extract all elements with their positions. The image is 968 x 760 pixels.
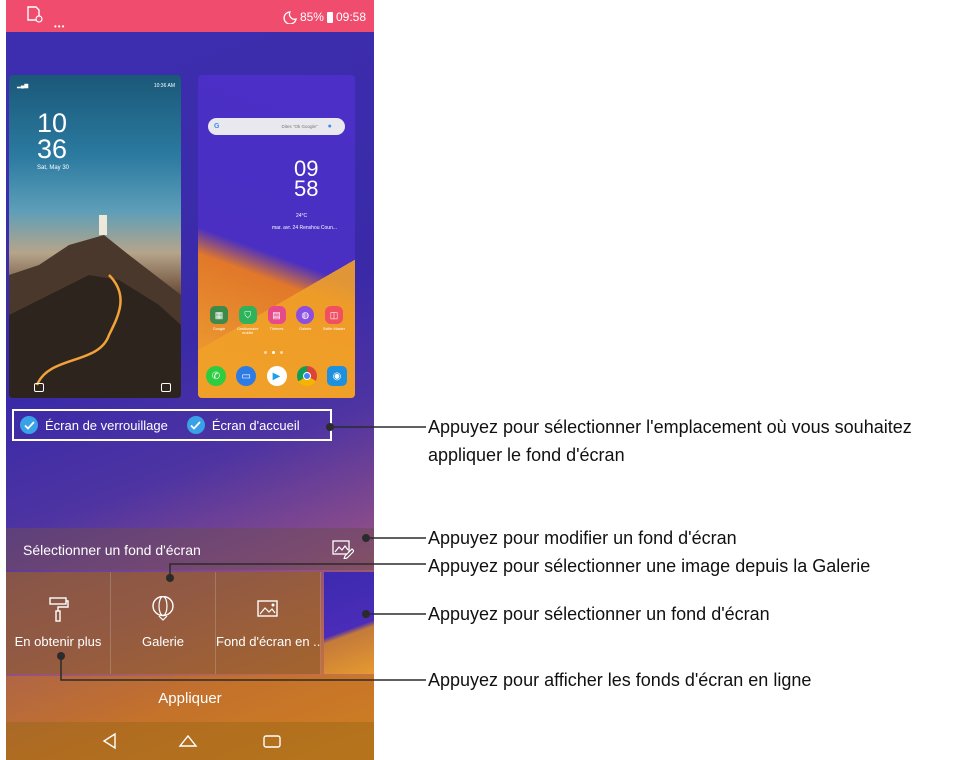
notification-dots: ••• (54, 22, 66, 31)
wallpaper-source-tiles: En obtenir plus Galerie Fond d'écran en … (6, 572, 322, 674)
gallery-tile[interactable]: Galerie (111, 572, 216, 674)
select-wallpaper-bar: Sélectionner un fond d'écran (6, 528, 374, 570)
callout-location-line1: Appuyez pour sélectionner l'emplacement … (428, 417, 912, 437)
lock-preview-status: ▂▄▆ 10:36 AM (17, 83, 175, 89)
home-screen-label: Écran d'accueil (211, 417, 300, 433)
camera-icon: ◉ (327, 366, 347, 386)
cliff-landscape-image (9, 235, 181, 398)
navigation-bar (6, 722, 374, 760)
phone-screen: ••• 85% 09:58 ▂▄▆ 10:36 AM 10 36 Sat, Ma… (6, 0, 374, 760)
home-preview-apps: ▦ Google ⛉ Gestionnaire mobile ▤ Thèmes … (206, 306, 347, 335)
check-icon (20, 416, 38, 434)
lock-preview-date: Sat, May 30 (37, 165, 70, 171)
callout-select: Appuyez pour sélectionner un fond d'écra… (428, 604, 770, 624)
selfie-master-icon: ◫ (325, 306, 343, 324)
app-label: Google (212, 327, 226, 331)
google-search-bar: G Dites "Ok Google" ● (208, 118, 345, 135)
get-more-tile[interactable]: En obtenir plus (6, 572, 111, 674)
lock-preview-camera-icon (161, 383, 171, 392)
app-label: Galerie (299, 327, 312, 331)
apply-button[interactable]: Appliquer (6, 676, 374, 722)
lock-screen-label: Écran de verrouillage (45, 417, 168, 433)
app-gallery: ◍ Galerie (292, 306, 318, 335)
callout-location-line2: appliquer le fond d'écran (428, 445, 625, 465)
app-label: Selfie Master (322, 327, 346, 331)
wallpaper-thumbnail[interactable] (324, 572, 374, 674)
mic-icon: ● (327, 123, 332, 130)
status-bar: ••• 85% 09:58 (6, 0, 374, 32)
online-wallpaper-label: Fond d'écran en .. (216, 634, 320, 649)
signal-icon: ▂▄▆ (17, 83, 29, 89)
gallery-icon: ◍ (296, 306, 315, 324)
battery-icon (326, 11, 333, 23)
home-preview-minute: 58 (294, 176, 319, 201)
edit-wallpaper-icon[interactable] (332, 539, 354, 559)
callout-online: Appuyez pour afficher les fonds d'écran … (428, 670, 812, 690)
sd-card-icon (27, 6, 43, 23)
callout-modify: Appuyez pour modifier un fond d'écran (428, 528, 737, 548)
recent-apps-icon[interactable] (262, 732, 282, 750)
lighthouse-image (99, 215, 107, 235)
apply-label: Appliquer (158, 690, 222, 707)
google-g-icon: G (214, 123, 220, 130)
screen-selection-row: Écran de verrouillage Écran d'accueil (12, 409, 332, 441)
page-indicator (264, 351, 283, 354)
callout-gallery: Appuyez pour sélectionner une image depu… (428, 556, 871, 576)
balloon-icon (152, 596, 174, 621)
app-mobile-manager: ⛉ Gestionnaire mobile (235, 306, 261, 335)
home-preview-temperature: 24°C (296, 213, 308, 219)
image-icon (257, 600, 278, 617)
status-right: 85% 09:58 (283, 10, 366, 24)
app-themes: ▤ Thèmes (264, 306, 290, 335)
paint-roller-icon (49, 597, 69, 622)
lock-preview-left-icon (34, 383, 44, 392)
app-selfie-master: ◫ Selfie Master (321, 306, 347, 335)
get-more-label: En obtenir plus (14, 634, 102, 649)
online-wallpaper-tile[interactable]: Fond d'écran en .. (216, 572, 321, 674)
search-hint: Dites "Ok Google" (281, 124, 318, 129)
select-wallpaper-label: Sélectionner un fond d'écran (23, 542, 201, 558)
play-store-icon: ▶ (266, 366, 287, 386)
do-not-disturb-icon (283, 10, 297, 24)
gallery-label: Galerie (142, 634, 184, 649)
app-label: Thèmes (269, 327, 284, 331)
page-dot (280, 351, 283, 354)
home-screen-preview[interactable]: G Dites "Ok Google" ● 09 58 24°C mar. av… (198, 75, 355, 398)
check-icon (186, 416, 205, 434)
app-label: Gestionnaire mobile (236, 327, 259, 335)
lock-preview-hour: 10 (37, 108, 68, 138)
lock-screen-preview[interactable]: ▂▄▆ 10:36 AM 10 36 Sat, May 30 (9, 75, 181, 398)
page-dot (264, 351, 267, 354)
home-icon[interactable] (178, 732, 198, 750)
themes-icon: ▤ (267, 306, 286, 324)
lock-preview-minute: 36 (37, 134, 68, 164)
lock-preview-status-time: 10:36 AM (153, 83, 175, 89)
home-preview-location: mar. avr. 24 Renshou Coun... (272, 225, 338, 231)
home-preview-dock: ✆ ▭ ▶ ◉ (206, 366, 347, 386)
chrome-icon (296, 366, 317, 386)
phone-icon: ✆ (206, 366, 226, 386)
page-dot-active (272, 351, 275, 354)
google-folder-icon: ▦ (210, 306, 228, 324)
status-time: 09:58 (335, 10, 366, 24)
lock-screen-checkbox[interactable]: Écran de verrouillage (20, 416, 168, 434)
mobile-manager-icon: ⛉ (238, 306, 257, 324)
home-screen-checkbox[interactable]: Écran d'accueil (186, 416, 300, 434)
messages-icon: ▭ (236, 366, 257, 386)
back-icon[interactable] (100, 732, 120, 750)
battery-percent: 85% (299, 10, 324, 24)
app-google: ▦ Google (206, 306, 232, 335)
